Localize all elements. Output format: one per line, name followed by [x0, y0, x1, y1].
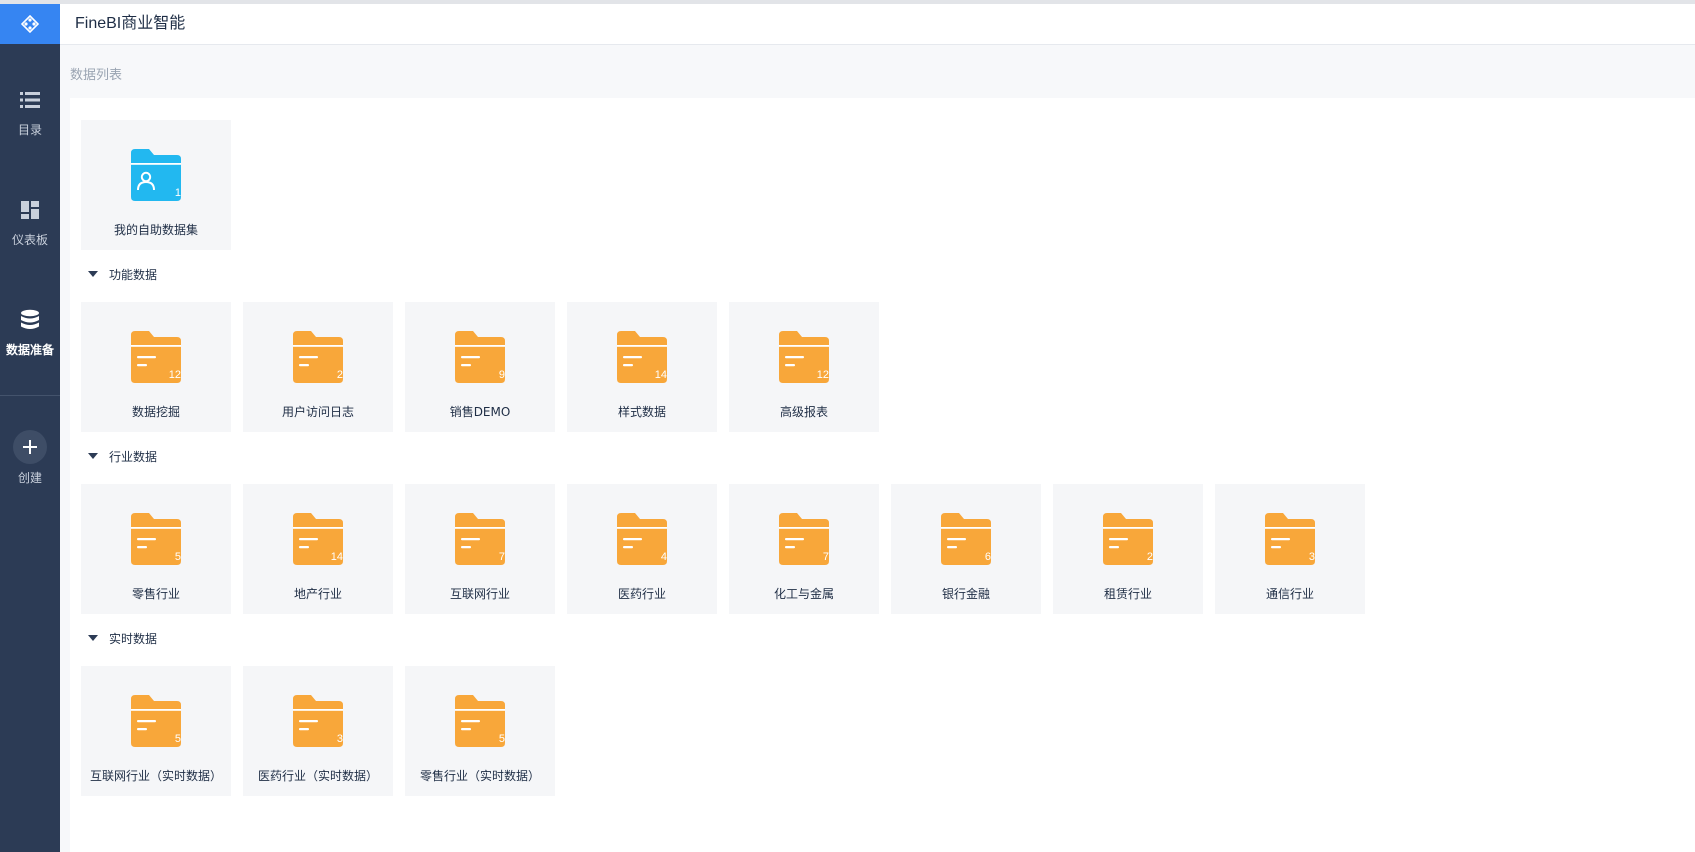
logo[interactable]: [0, 4, 60, 44]
top-header: FineBI商业智能: [60, 4, 1695, 45]
folder-label: 医药行业（实时数据）: [257, 769, 378, 783]
folder-count: 4: [660, 551, 667, 563]
group-header-functional-data[interactable]: 功能数据: [88, 266, 157, 282]
my-dataset-tile[interactable]: 1 我的自助数据集: [81, 120, 231, 250]
folder-count: 5: [174, 733, 181, 745]
folder-label: 通信行业: [1265, 587, 1314, 601]
plus-icon: [13, 430, 47, 464]
folder-count: 2: [1146, 551, 1153, 563]
folder-count: 3: [1308, 551, 1315, 563]
folder-count: 7: [822, 551, 829, 563]
sidebar-item-data-prep[interactable]: 数据准备: [0, 308, 60, 378]
group-title: 行业数据: [109, 449, 158, 464]
folder-label: 销售DEMO: [449, 405, 511, 419]
folder-tile[interactable]: 7 化工与金属: [729, 484, 879, 614]
folder-tile[interactable]: 5 零售行业（实时数据）: [405, 666, 555, 796]
folder-count: 12: [816, 369, 829, 381]
folder-tile[interactable]: 12 数据挖掘: [81, 302, 231, 432]
sidebar-item-label: 创建: [17, 471, 42, 485]
group-header-industry-data[interactable]: 行业数据: [88, 448, 157, 464]
sidebar-item-create[interactable]: 创建: [0, 430, 60, 500]
folder-count: 9: [498, 369, 505, 381]
folder-tile[interactable]: 2 租赁行业: [1053, 484, 1203, 614]
folder-tile[interactable]: 9 销售DEMO: [405, 302, 555, 432]
data-list-panel: 1 我的自助数据集 功能数据 12 数据挖掘 2 用户访问日志 9 销售DEMO…: [70, 98, 1695, 852]
folder-label: 地产行业: [293, 587, 342, 601]
folder-tile[interactable]: 6 银行金融: [891, 484, 1041, 614]
folder-count: 7: [498, 551, 505, 563]
sidebar-item-label: 目录: [17, 123, 42, 137]
folder-label: 高级报表: [779, 405, 828, 419]
folder-count: 1: [174, 187, 181, 199]
folder-label: 我的自助数据集: [113, 223, 198, 237]
folder-count: 14: [654, 369, 667, 381]
group-header-realtime-data[interactable]: 实时数据: [88, 630, 157, 646]
folder-label: 银行金融: [941, 587, 990, 601]
folder-tile[interactable]: 3 医药行业（实时数据）: [243, 666, 393, 796]
sidebar-item-label: 仪表板: [11, 233, 48, 247]
sidebar-item-label: 数据准备: [5, 343, 54, 357]
sidebar: 目录 仪表板 数据准备 创建: [0, 4, 60, 852]
folder-label: 零售行业（实时数据）: [419, 769, 540, 783]
folder-label: 医药行业: [617, 587, 666, 601]
folder-label: 化工与金属: [773, 587, 834, 601]
folder-tile[interactable]: 5 零售行业: [81, 484, 231, 614]
folder-count: 3: [336, 733, 343, 745]
sidebar-divider: [0, 395, 60, 396]
folder-label: 用户访问日志: [281, 405, 354, 419]
sidebar-item-catalog[interactable]: 目录: [0, 88, 60, 158]
logo-icon: [21, 15, 39, 33]
folder-label: 零售行业: [131, 587, 180, 601]
sidebar-item-dashboard[interactable]: 仪表板: [0, 198, 60, 268]
folder-count: 5: [498, 733, 505, 745]
folder-label: 租赁行业: [1103, 587, 1152, 601]
folder-count: 5: [174, 551, 181, 563]
folder-label: 互联网行业: [449, 587, 510, 601]
caret-down-icon: [88, 453, 98, 459]
folder-count: 12: [168, 369, 181, 381]
dashboard-icon: [18, 198, 42, 222]
folder-tile[interactable]: 14 地产行业: [243, 484, 393, 614]
folder-tile[interactable]: 3 通信行业: [1215, 484, 1365, 614]
folder-tile[interactable]: 2 用户访问日志: [243, 302, 393, 432]
folder-tile[interactable]: 7 互联网行业: [405, 484, 555, 614]
folder-tile[interactable]: 5 互联网行业（实时数据）: [81, 666, 231, 796]
group-title: 功能数据: [109, 267, 158, 282]
folder-count: 2: [336, 369, 343, 381]
app-title: FineBI商业智能: [75, 15, 186, 32]
page-title: 数据列表: [70, 68, 123, 83]
folder-label: 数据挖掘: [131, 405, 180, 419]
list-icon: [18, 88, 42, 112]
folder-tile[interactable]: 14 样式数据: [567, 302, 717, 432]
folder-label: 互联网行业（实时数据）: [89, 769, 222, 783]
folder-tile[interactable]: 4 医药行业: [567, 484, 717, 614]
caret-down-icon: [88, 635, 98, 641]
caret-down-icon: [88, 271, 98, 277]
folder-count: 6: [984, 551, 991, 563]
group-title: 实时数据: [109, 631, 158, 646]
database-icon: [18, 308, 42, 332]
folder-label: 样式数据: [617, 405, 666, 419]
folder-count: 14: [330, 551, 343, 563]
folder-tile[interactable]: 12 高级报表: [729, 302, 879, 432]
